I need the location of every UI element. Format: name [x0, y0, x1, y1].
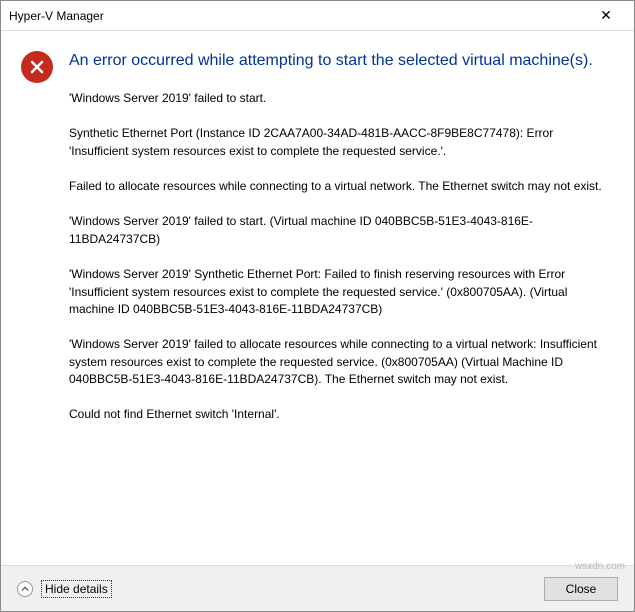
dialog-footer: Hide details Close	[1, 565, 634, 611]
error-heading: An error occurred while attempting to st…	[69, 51, 614, 72]
error-paragraph: 'Windows Server 2019' failed to allocate…	[69, 336, 614, 388]
icon-column	[21, 51, 61, 555]
error-paragraph: Synthetic Ethernet Port (Instance ID 2CA…	[69, 125, 614, 160]
dialog-content: An error occurred while attempting to st…	[1, 31, 634, 565]
close-icon: ✕	[600, 7, 612, 24]
toggle-details-button[interactable]	[17, 581, 33, 597]
hide-details-link[interactable]: Hide details	[41, 580, 112, 598]
error-paragraph: 'Windows Server 2019' failed to start. (…	[69, 213, 614, 248]
error-paragraph: Could not find Ethernet switch 'Internal…	[69, 406, 614, 423]
chevron-up-icon	[21, 585, 29, 593]
titlebar: Hyper-V Manager ✕	[1, 1, 634, 31]
error-icon	[21, 51, 53, 83]
close-button[interactable]: Close	[544, 577, 618, 601]
message-column: An error occurred while attempting to st…	[61, 51, 614, 555]
window-title: Hyper-V Manager	[9, 9, 586, 23]
error-paragraph: 'Windows Server 2019' failed to start.	[69, 90, 614, 107]
window-close-button[interactable]: ✕	[586, 2, 626, 30]
error-paragraph: Failed to allocate resources while conne…	[69, 178, 614, 195]
error-paragraph: 'Windows Server 2019' Synthetic Ethernet…	[69, 266, 614, 318]
